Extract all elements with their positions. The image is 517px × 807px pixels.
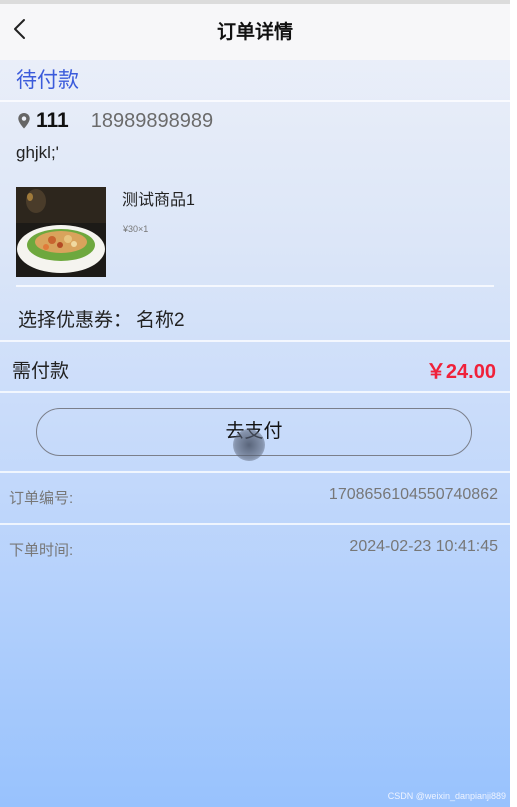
goods-image[interactable]	[16, 187, 106, 277]
nav-header: 订单详情	[0, 4, 510, 60]
divider	[0, 523, 510, 525]
address-detail: ghjkl;'	[16, 143, 59, 162]
order-time-label: 下单时间:	[9, 542, 74, 559]
goods-price-qty: ¥30×1	[123, 224, 149, 234]
location-pin-icon	[18, 113, 30, 129]
coupon-selector[interactable]: 选择优惠券： 名称2	[18, 305, 185, 332]
chevron-left-icon	[14, 19, 25, 39]
recipient-phone: 18989898989	[90, 109, 214, 132]
order-status: 待付款	[16, 69, 79, 92]
page-title: 订单详情	[216, 22, 293, 43]
order-time: 2024-02-23 10:41:45	[349, 538, 498, 555]
coupon-label: 选择优惠券：	[18, 310, 133, 331]
divider	[0, 100, 510, 102]
address-row[interactable]: 111 18989898989	[16, 108, 213, 134]
divider	[0, 391, 510, 393]
watermark: CSDN @weixin_danpianji889	[387, 791, 506, 801]
payment-label: 需付款	[12, 361, 70, 382]
coupon-value: 名称2	[136, 310, 185, 331]
divider	[0, 471, 510, 473]
payment-amount: ￥24.00	[425, 361, 496, 383]
order-number: 1708656104550740862	[328, 486, 498, 503]
back-button[interactable]	[8, 14, 36, 44]
recipient-name: 111	[36, 109, 69, 132]
order-detail-screen: 订单详情 待付款 111 18989898989 ghjkl;' 测试商品1 ¥…	[0, 0, 510, 807]
divider	[0, 340, 510, 342]
order-number-label: 订单编号:	[9, 490, 74, 507]
goods-name: 测试商品1	[122, 192, 195, 209]
divider	[16, 285, 494, 287]
touch-indicator	[233, 429, 265, 461]
